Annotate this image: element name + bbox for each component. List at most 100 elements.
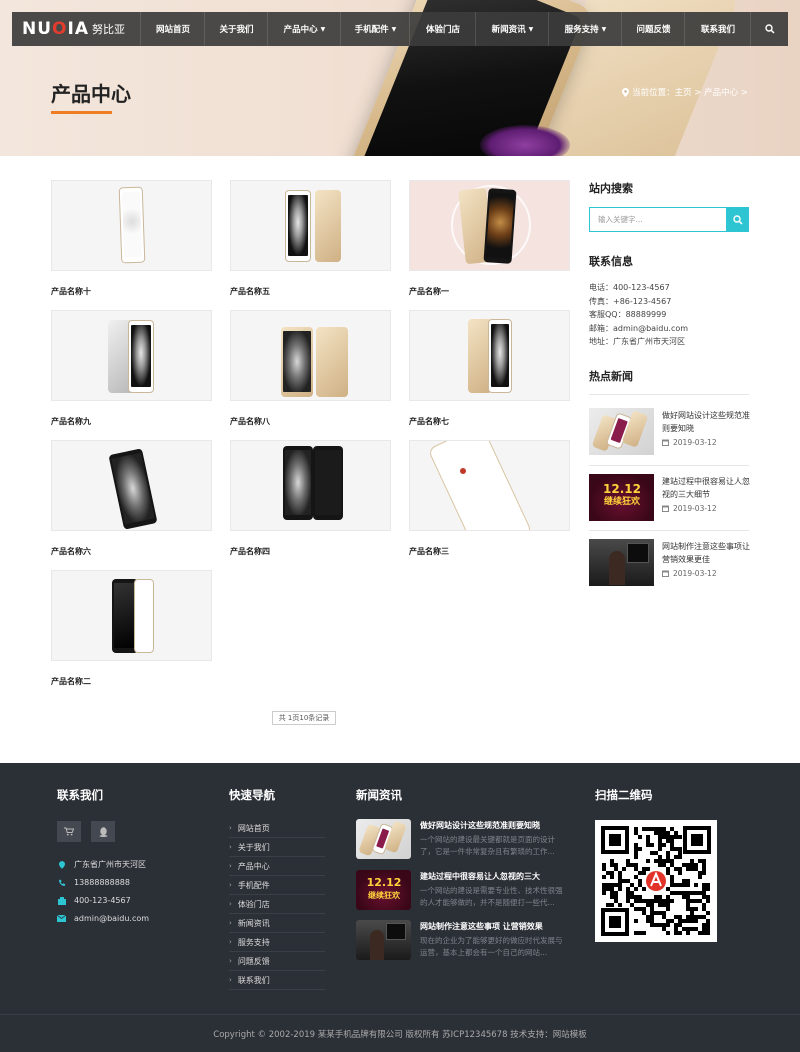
product-image[interactable] (230, 440, 391, 531)
footer-nav-item[interactable]: › 新闻资讯 (229, 914, 325, 933)
footer-news-item[interactable]: 网站制作注意这些事项 让营销效果 现在的企业为了能够更好的做应时代发展与运营，基… (356, 920, 566, 960)
calendar-icon (662, 505, 669, 512)
news-title[interactable]: 做好网站设计这些规范准则要知晓 (420, 820, 566, 831)
footer-nav-item[interactable]: › 产品中心 (229, 857, 325, 876)
footer-nav-item[interactable]: › 网站首页 (229, 819, 325, 838)
product-image[interactable] (409, 310, 570, 401)
nav-item-about[interactable]: 关于我们 (204, 12, 267, 46)
footer-nav-item[interactable]: › 手机配件 (229, 876, 325, 895)
product-image[interactable] (230, 310, 391, 401)
product-name[interactable]: 产品名称六 (51, 546, 91, 557)
news-thumbnail[interactable] (356, 819, 411, 859)
hot-news-item[interactable]: 做好网站设计这些规范准则要知晓 2019-03-12 (589, 408, 750, 463)
news-title[interactable]: 建站过程中很容易让人忽视的三大细节 (662, 476, 750, 501)
hot-news-item[interactable]: 网站制作注意这些事项让营销效果更佳 2019-03-12 (589, 539, 750, 594)
footer-news-item[interactable]: 12.12 继续狂欢 建站过程中很容易让人忽视的三大 一个网站的建设是需要专业性、… (356, 870, 566, 910)
qr-code-image (595, 820, 717, 942)
product-card[interactable]: 产品名称九 (51, 310, 212, 426)
footer-nav-item[interactable]: › 联系我们 (229, 971, 325, 990)
nav-search-button[interactable] (750, 12, 788, 46)
nav-item-products[interactable]: 产品中心 ▼ (267, 12, 340, 46)
copyright-bar: Copyright © 2002-2019 某某手机品牌有限公司 版权所有 苏I… (0, 1014, 800, 1052)
mail-icon (57, 915, 66, 922)
news-summary: 现在的企业为了能够更好的做应时代发展与运营，基本上都会有一个自己的网站... (420, 936, 563, 957)
product-image[interactable] (409, 180, 570, 271)
nav-item-news[interactable]: 新闻资讯 ▼ (475, 12, 548, 46)
search-submit-button[interactable] (726, 207, 749, 232)
product-name[interactable]: 产品名称一 (409, 286, 449, 297)
nav-item-accessories[interactable]: 手机配件 ▼ (340, 12, 409, 46)
footer-nav-item[interactable]: › 体验门店 (229, 895, 325, 914)
sidebar-search: 输入关键字... (589, 207, 749, 232)
news-title[interactable]: 网站制作注意这些事项 让营销效果 (420, 921, 566, 932)
chevron-down-icon: ▼ (528, 25, 534, 33)
nav-item-contact[interactable]: 联系我们 (684, 12, 750, 46)
product-card[interactable]: 产品名称八 (230, 310, 391, 426)
hot-news-item[interactable]: 12.12 继续狂欢 建站过程中很容易让人忽视的三大细节 2019-03-12 (589, 474, 750, 529)
news-thumbnail[interactable]: 12.12 继续狂欢 (589, 474, 654, 521)
breadcrumb[interactable]: 当前位置：主页 > 产品中心 > (622, 86, 748, 98)
product-image[interactable] (51, 440, 212, 531)
footer-qr-title: 扫描二维码 (595, 788, 653, 802)
product-card[interactable]: 产品名称二 (51, 570, 212, 686)
chevron-right-icon: › (229, 957, 232, 965)
search-input[interactable]: 输入关键字... (589, 207, 726, 232)
news-date: 2019-03-12 (662, 504, 717, 513)
sidebar-contact-info: 电话：400-123-4567 传真：+86-123-4567 客服QQ：888… (589, 281, 688, 349)
footer-nav-item[interactable]: › 关于我们 (229, 838, 325, 857)
product-image[interactable] (230, 180, 391, 271)
nav-item-feedback[interactable]: 问题反馈 (621, 12, 684, 46)
footer-nav-item[interactable]: › 问题反馈 (229, 952, 325, 971)
product-card[interactable]: 产品名称一 (409, 180, 570, 296)
footer-contact-title: 联系我们 (57, 788, 103, 802)
product-image[interactable] (409, 440, 570, 531)
product-card[interactable]: 产品名称五 (230, 180, 391, 296)
product-name[interactable]: 产品名称四 (230, 546, 270, 557)
product-name[interactable]: 产品名称八 (230, 416, 270, 427)
footer-quicknav: › 网站首页 › 关于我们 › 产品中心 › 手机配件 › 体验门店 › 新闻资讯 › 服务支… (229, 819, 325, 990)
product-card[interactable]: 产品名称七 (409, 310, 570, 426)
news-title[interactable]: 做好网站设计这些规范准则要知晓 (662, 410, 750, 435)
news-thumbnail[interactable]: 12.12 继续狂欢 (356, 870, 411, 910)
news-title[interactable]: 网站制作注意这些事项让营销效果更佳 (662, 541, 750, 566)
product-card[interactable]: 产品名称六 (51, 440, 212, 556)
product-name[interactable]: 产品名称二 (51, 676, 91, 687)
news-thumbnail[interactable] (589, 539, 654, 586)
breadcrumb-text[interactable]: 当前位置：主页 > 产品中心 > (632, 86, 748, 98)
product-image[interactable] (51, 180, 212, 271)
qq-icon[interactable] (91, 821, 115, 842)
brand-logo[interactable]: NUOIA 努比亚 (12, 12, 140, 46)
product-card[interactable]: 产品名称十 (51, 180, 212, 296)
product-image[interactable] (51, 570, 212, 661)
sidebar-contact-title: 联系信息 (589, 255, 633, 268)
product-name[interactable]: 产品名称七 (409, 416, 449, 427)
product-card[interactable]: 产品名称四 (230, 440, 391, 556)
product-name[interactable]: 产品名称五 (230, 286, 270, 297)
product-name[interactable]: 产品名称三 (409, 546, 449, 557)
chevron-right-icon: › (229, 881, 232, 889)
product-image[interactable] (51, 310, 212, 401)
news-thumbnail[interactable] (356, 920, 411, 960)
chevron-right-icon: › (229, 900, 232, 908)
footer-news-title: 新闻资讯 (356, 788, 402, 802)
nav-item-support[interactable]: 服务支持 ▼ (548, 12, 621, 46)
footer-nav-item[interactable]: › 服务支持 (229, 933, 325, 952)
product-name[interactable]: 产品名称十 (51, 286, 91, 297)
calendar-icon (662, 439, 669, 446)
product-name[interactable]: 产品名称九 (51, 416, 91, 427)
footer-news-item[interactable]: 做好网站设计这些规范准则要知晓 一个网站的建设最关键都就是页面的设计了，它是一件… (356, 819, 566, 859)
nav-item-home[interactable]: 网站首页 (140, 12, 204, 46)
news-title[interactable]: 建站过程中很容易让人忽视的三大 (420, 871, 566, 882)
calendar-icon (662, 570, 669, 577)
nav-item-stores[interactable]: 体验门店 (409, 12, 475, 46)
nav-menu: 网站首页 关于我们 产品中心 ▼ 手机配件 ▼ 体验门店 新闻资讯 ▼ 服务支持 ▼ 问… (140, 12, 750, 46)
news-thumbnail[interactable] (589, 408, 654, 455)
news-summary: 一个网站的建设是需要专业性、技术性很强的人才能够做的，并不是随便打一些代... (420, 886, 563, 907)
chevron-down-icon: ▼ (601, 25, 607, 33)
chevron-right-icon: › (229, 824, 232, 832)
search-icon (732, 214, 743, 225)
shop-icon[interactable] (57, 821, 81, 842)
product-card[interactable]: 产品名称三 (409, 440, 570, 556)
page-title: 产品中心 (51, 82, 131, 106)
main-navbar: NUOIA 努比亚 网站首页 关于我们 产品中心 ▼ 手机配件 ▼ 体验门店 新闻资… (12, 12, 788, 46)
